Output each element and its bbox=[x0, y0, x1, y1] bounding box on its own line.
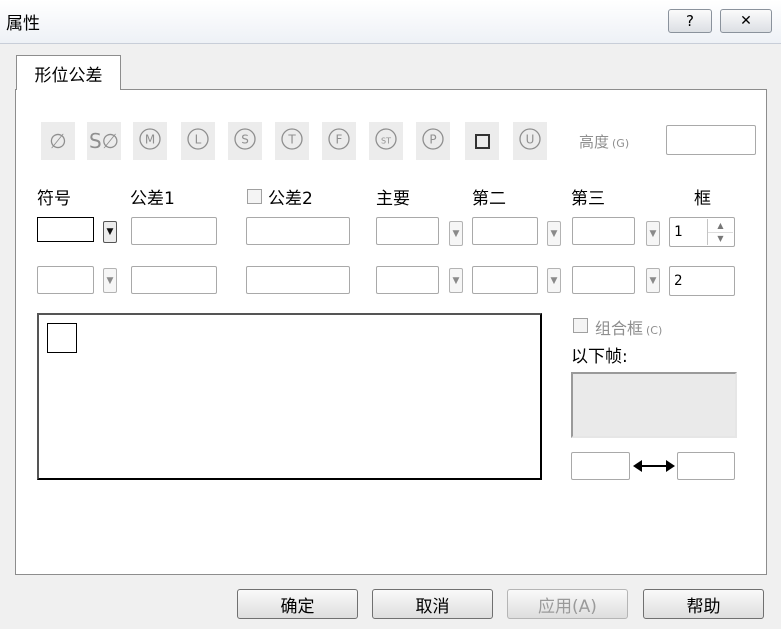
double-arrow-icon bbox=[633, 457, 675, 475]
primary-input-2[interactable] bbox=[376, 266, 439, 294]
circle-t-symbol-button[interactable]: T bbox=[275, 122, 309, 160]
circle-u-symbol-button[interactable]: U bbox=[513, 122, 547, 160]
column-tolerance1: 公差1 bbox=[130, 189, 175, 209]
svg-text:P: P bbox=[429, 133, 436, 147]
svg-text:U: U bbox=[526, 133, 535, 147]
frame-input-2[interactable]: 2 bbox=[669, 266, 735, 296]
column-tolerance2: 公差2 bbox=[268, 189, 313, 209]
frame-end-input[interactable] bbox=[677, 452, 735, 480]
chevron-down-icon: ▼ bbox=[550, 228, 558, 239]
svg-text:S: S bbox=[241, 133, 249, 147]
column-primary: 主要 bbox=[376, 189, 410, 209]
close-icon: ✕ bbox=[740, 13, 752, 29]
tolerance2-input-2[interactable] bbox=[246, 266, 350, 294]
svg-text:L: L bbox=[195, 133, 202, 147]
tab-geometric-tolerance[interactable]: 形位公差 bbox=[16, 55, 121, 90]
spherical-diameter-icon: S∅ bbox=[88, 129, 120, 153]
primary-dropdown-2[interactable]: ▼ bbox=[449, 268, 463, 293]
symbol-select-1[interactable] bbox=[37, 217, 94, 242]
circle-s-symbol-button[interactable]: S bbox=[228, 122, 262, 160]
chevron-down-icon: ▼ bbox=[452, 228, 460, 239]
svg-text:M: M bbox=[145, 133, 155, 147]
following-frame-list[interactable] bbox=[571, 372, 737, 438]
circle-p-icon: P bbox=[421, 127, 445, 155]
circle-m-icon: M bbox=[138, 127, 162, 155]
tolerance2-input-1[interactable] bbox=[246, 217, 350, 245]
third-input-1[interactable] bbox=[572, 217, 635, 245]
chevron-down-icon: ▼ bbox=[106, 275, 114, 286]
diameter-icon: ∅ bbox=[49, 129, 67, 153]
circle-m-symbol-button[interactable]: M bbox=[133, 122, 167, 160]
preview-frame-cell bbox=[47, 323, 77, 353]
question-icon: ? bbox=[686, 12, 694, 30]
column-third: 第三 bbox=[571, 189, 605, 209]
chevron-down-icon: ▼ bbox=[550, 275, 558, 286]
symbol-dropdown-1[interactable]: ▼ bbox=[103, 221, 117, 243]
composite-frame-label: 组合框 (C) bbox=[595, 319, 663, 338]
height-label: 高度 (G) bbox=[579, 133, 630, 151]
circle-st-icon: ST bbox=[374, 127, 398, 155]
tolerance1-input-2[interactable] bbox=[131, 266, 217, 294]
frame-value-2: 2 bbox=[674, 273, 683, 289]
second-input-1[interactable] bbox=[472, 217, 538, 245]
svg-text:T: T bbox=[287, 133, 296, 147]
circle-l-icon: L bbox=[186, 127, 210, 155]
circle-p-symbol-button[interactable]: P bbox=[416, 122, 450, 160]
ok-button[interactable]: 确定 bbox=[237, 589, 358, 619]
preview-area bbox=[37, 313, 542, 480]
third-dropdown-2[interactable]: ▼ bbox=[646, 268, 660, 293]
third-dropdown-1[interactable]: ▼ bbox=[646, 221, 660, 246]
spin-up-icon[interactable]: ▲ bbox=[708, 219, 733, 233]
spherical-diameter-symbol-button[interactable]: S∅ bbox=[87, 122, 121, 160]
circle-st-symbol-button[interactable]: ST bbox=[369, 122, 403, 160]
svg-text:F: F bbox=[336, 133, 343, 147]
following-frame-label: 以下帧: bbox=[571, 347, 628, 367]
column-second: 第二 bbox=[472, 189, 506, 209]
tolerance2-checkbox[interactable] bbox=[247, 189, 262, 204]
square-symbol-button[interactable] bbox=[465, 122, 499, 160]
primary-dropdown-1[interactable]: ▼ bbox=[449, 221, 463, 246]
primary-input-1[interactable] bbox=[376, 217, 439, 245]
composite-frame-checkbox[interactable] bbox=[573, 318, 588, 333]
circle-t-icon: T bbox=[280, 127, 304, 155]
close-button[interactable]: ✕ bbox=[720, 9, 772, 33]
help-button[interactable]: 帮助 bbox=[643, 589, 764, 619]
chevron-down-icon: ▼ bbox=[452, 275, 460, 286]
spin-down-icon[interactable]: ▼ bbox=[708, 233, 733, 246]
symbol-dropdown-2[interactable]: ▼ bbox=[103, 268, 117, 293]
circle-l-symbol-button[interactable]: L bbox=[181, 122, 215, 160]
circle-f-symbol-button[interactable]: F bbox=[322, 122, 356, 160]
apply-button[interactable]: 应用(A) bbox=[507, 589, 628, 619]
window-title: 属性 bbox=[6, 14, 40, 34]
circle-u-icon: U bbox=[518, 127, 542, 155]
title-bar: 属性 ? ✕ bbox=[0, 0, 781, 44]
help-title-button[interactable]: ? bbox=[668, 9, 712, 33]
column-frame: 框 bbox=[694, 189, 711, 209]
column-symbol: 符号 bbox=[37, 189, 71, 209]
second-dropdown-2[interactable]: ▼ bbox=[547, 268, 561, 293]
chevron-down-icon: ▼ bbox=[649, 275, 657, 286]
square-icon bbox=[474, 133, 490, 149]
second-input-2[interactable] bbox=[472, 266, 538, 294]
symbol-select-2[interactable] bbox=[37, 266, 94, 294]
frame-spinner-1[interactable]: ▲ ▼ bbox=[707, 219, 733, 245]
circle-f-icon: F bbox=[327, 127, 351, 155]
third-input-2[interactable] bbox=[572, 266, 635, 294]
circle-s-icon: S bbox=[233, 127, 257, 155]
tolerance1-input-1[interactable] bbox=[131, 217, 217, 245]
frame-start-input[interactable] bbox=[571, 452, 630, 480]
chevron-down-icon: ▼ bbox=[649, 228, 657, 239]
frame-value-1: 1 bbox=[674, 224, 683, 240]
height-input[interactable] bbox=[666, 125, 756, 155]
svg-text:ST: ST bbox=[381, 137, 391, 146]
diameter-symbol-button[interactable]: ∅ bbox=[41, 122, 75, 160]
second-dropdown-1[interactable]: ▼ bbox=[547, 221, 561, 246]
cancel-button[interactable]: 取消 bbox=[372, 589, 493, 619]
chevron-down-icon: ▼ bbox=[106, 227, 114, 237]
tab-label: 形位公差 bbox=[34, 65, 103, 86]
